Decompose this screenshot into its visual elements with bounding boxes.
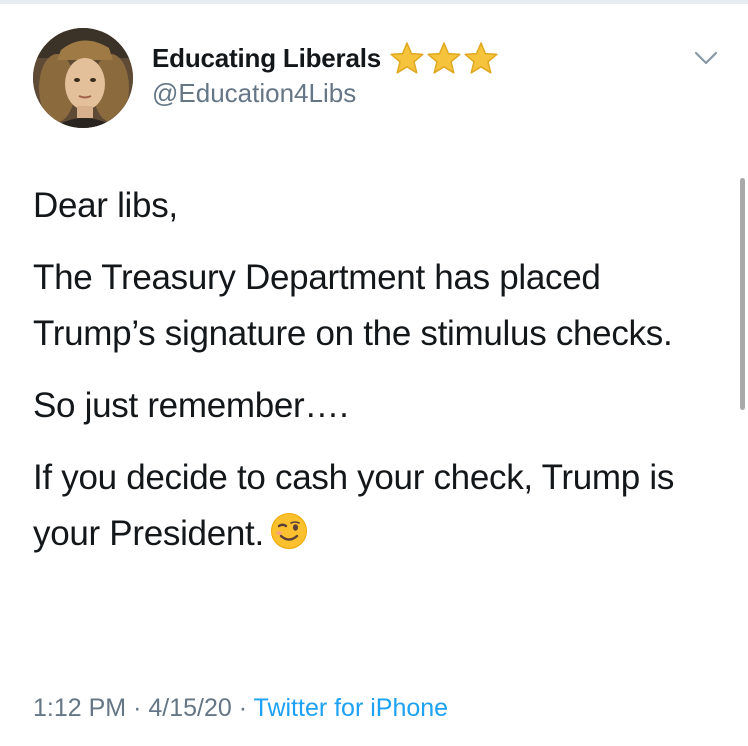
tweet-paragraph: If you decide to cash your check, Trump … (33, 458, 684, 553)
tweet-paragraph: Dear libs, (33, 186, 178, 225)
name-row: Educating Liberals (152, 40, 499, 76)
tweet-paragraph: So just remember…. (33, 386, 349, 425)
tweet-meta: 1:12 PM · 4/15/20 · Twitter for iPhone (33, 694, 448, 723)
top-divider (0, 0, 748, 4)
chevron-down-icon[interactable] (693, 48, 719, 68)
tweet-text: Dear libs, The Treasury Department has p… (33, 178, 723, 562)
tweet-paragraph: The Treasury Department has placed Trump… (33, 258, 673, 353)
star-icon (390, 42, 424, 74)
tweet-source-link[interactable]: Twitter for iPhone (254, 694, 449, 722)
star-icon (427, 42, 461, 74)
star-icon (464, 42, 498, 74)
profile-photo (33, 28, 133, 128)
user-handle[interactable]: @Education4Libs (152, 78, 356, 109)
display-name[interactable]: Educating Liberals (152, 43, 381, 74)
winking-face-icon (270, 513, 307, 549)
scrollbar[interactable] (740, 178, 745, 410)
name-badges (389, 41, 499, 75)
tweet-time[interactable]: 1:12 PM (33, 694, 126, 722)
meta-separator: · (238, 694, 248, 722)
avatar[interactable] (33, 28, 133, 128)
tweet-date[interactable]: 4/15/20 (148, 694, 231, 722)
meta-separator: · (133, 694, 142, 722)
tweet-last-paragraph: If you decide to cash your check, Trump … (33, 450, 723, 562)
